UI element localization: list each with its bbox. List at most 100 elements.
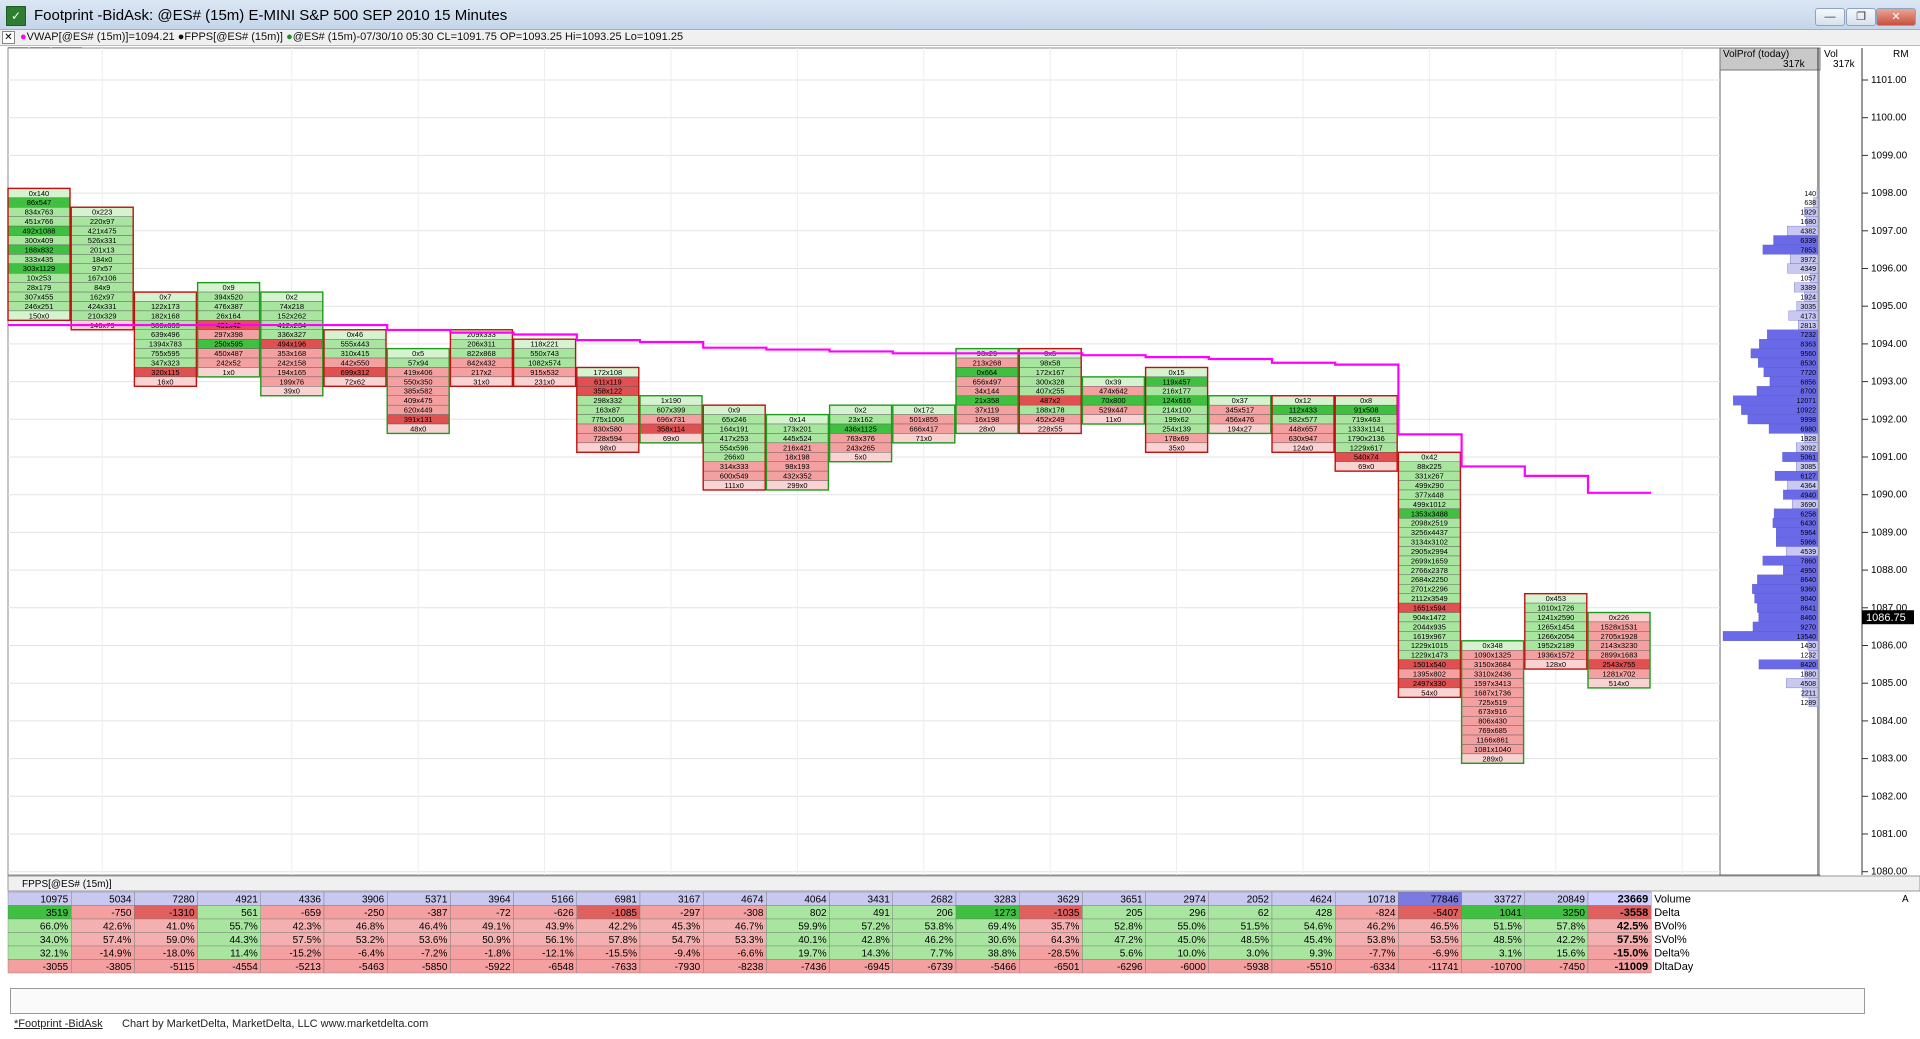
- footprint-chart[interactable]: 1101.00 1100.00 1099.00 1098.00 1097.00 1096.…: [0, 46, 1920, 1016]
- footprint-cell-text: 0x39: [1105, 377, 1121, 386]
- volume-profile-value: 3389: [1800, 285, 1816, 292]
- fpps-cell-text: -3805: [106, 962, 132, 973]
- fpps-cell-text: 46.8%: [356, 922, 384, 933]
- footprint-cell-text: 2899x1683: [1600, 651, 1637, 660]
- fpps-cell-text: 46.2%: [925, 935, 953, 946]
- footprint-cell-text: 769x685: [1478, 726, 1507, 735]
- footprint-cell-text: 555x443: [341, 340, 370, 349]
- footprint-cell-text: 128x0: [1546, 660, 1566, 669]
- footprint-cell-text: 673x916: [1478, 707, 1507, 716]
- fpps-row: 10975 5034 7280 4921 4336 3906 5371 3964 5166 698…: [7, 891, 1691, 906]
- fpps-cell-text: 3651: [1120, 895, 1143, 906]
- footprint-cell-text: 419x406: [404, 368, 433, 377]
- footprint-cell-text: 550x743: [530, 349, 559, 358]
- y-tick-label: 1082.00: [1871, 791, 1908, 802]
- fpps-cell-text: 3629: [1057, 895, 1080, 906]
- footprint-cell-text: 331x267: [1415, 472, 1444, 481]
- footprint-cell-text: 0x42: [1421, 453, 1437, 462]
- footprint-cell-text: 333x435: [25, 255, 54, 264]
- fpps-cell-text: -5466: [991, 962, 1017, 973]
- footprint-cell-text: 1651x594: [1413, 604, 1446, 613]
- footprint-cell-text: 424x331: [88, 302, 117, 311]
- footprint-cell-text: 2705x1928: [1600, 632, 1637, 641]
- volume-profile-value: 1924: [1800, 294, 1816, 301]
- footprint-cell-text: 0x8: [1360, 396, 1372, 405]
- footprint-cell-text: 775x1006: [591, 415, 624, 424]
- fpps-row-label: Delta%: [1654, 948, 1690, 960]
- fpps-cell-text: -11009: [1615, 961, 1649, 973]
- fpps-cell-text: 62: [1258, 908, 1270, 919]
- fpps-cell-text: -7436: [801, 962, 827, 973]
- footprint-cell-text: 842x432: [467, 358, 496, 367]
- footprint-cell-text: 445x524: [783, 434, 812, 443]
- fpps-cell-text: -387: [427, 908, 447, 919]
- volume-profile-value: 2211: [1801, 690, 1816, 697]
- fpps-cell-text: 32.1%: [40, 949, 68, 960]
- footprint-cell-text: 1081x1040: [1474, 745, 1511, 754]
- minimize-button[interactable]: —: [1815, 8, 1845, 26]
- footprint-cell-text: 1241x2590: [1537, 613, 1574, 622]
- footprint-cell-text: 213x268: [973, 358, 1002, 367]
- restore-button[interactable]: ❐: [1846, 8, 1876, 26]
- fpps-cell-text: -15.0%: [1613, 948, 1648, 960]
- footprint-cell-text: 1229x617: [1350, 443, 1383, 452]
- footprint-bar: 0x37345x517456x476194x27: [1208, 395, 1272, 435]
- footprint-bar: 0x223220x97421x475526x331201x13184x097x5…: [70, 206, 134, 331]
- footprint-cell-text: 719x463: [1352, 415, 1381, 424]
- fpps-row-label: Delta: [1654, 907, 1681, 919]
- footprint-cell-text: 119x457: [1162, 377, 1190, 386]
- volume-profile-value: 8700: [1800, 389, 1816, 396]
- volume-profile-value: 6980: [1800, 426, 1816, 433]
- footprint-cell-text: 34x144: [975, 387, 1000, 396]
- horizontal-scrollbar[interactable]: [10, 988, 1865, 1014]
- footprint-bar: 0x557x94419x406550x350385x582409x475620x…: [386, 347, 450, 435]
- fpps-cell-text: 53.5%: [1430, 935, 1458, 946]
- fpps-cell-text: 45.4%: [1304, 935, 1332, 946]
- fpps-header-label: FPPS[@ES# (15m)]: [22, 879, 112, 890]
- footprint-bar: 1x190607x399696x731358x11469x0: [639, 395, 703, 444]
- footprint-cell-text: 300x409: [25, 236, 54, 245]
- fpps-cell-text: -659: [301, 908, 321, 919]
- fpps-cell-text: 3250: [1563, 908, 1586, 919]
- fpps-cell-text: 205: [1126, 908, 1143, 919]
- y-tick-label: 1095.00: [1871, 301, 1908, 312]
- fpps-cell-text: 428: [1316, 908, 1333, 919]
- volume-profile-value: 6430: [1800, 521, 1816, 528]
- fpps-cell-text: 4624: [1310, 895, 1333, 906]
- study-info-bar: ✕ ●VWAP[@ES# (15m)]=1094.21 ●FPPS[@ES# (…: [0, 30, 1920, 46]
- fpps-cell-text: 44.3%: [229, 935, 257, 946]
- footprint-cell-text: 0x140: [29, 189, 49, 198]
- footprint-cell-text: 10x253: [27, 274, 52, 283]
- volume-profile-value: 3972: [1800, 257, 1816, 264]
- close-study-icon[interactable]: ✕: [2, 31, 15, 44]
- footprint-cell-text: 18x198: [785, 453, 810, 462]
- y-tick-label: 1081.00: [1871, 829, 1908, 840]
- volume-profile-value: 13540: [1797, 634, 1817, 641]
- footprint-cell-text: 98x0: [600, 443, 616, 452]
- footprint-cell-text: 0x37: [1232, 396, 1248, 405]
- fpps-cell-text: 45.0%: [1177, 935, 1205, 946]
- footprint-cell-text: 2699x1659: [1411, 556, 1448, 565]
- footprint-cell-text: 353x168: [277, 349, 306, 358]
- fpps-cell-text: -28.5%: [1048, 949, 1080, 960]
- fpps-cell-text: 46.7%: [735, 922, 763, 933]
- volume-profile-value: 3690: [1800, 502, 1816, 509]
- current-price-label: 1086.75: [1866, 612, 1906, 624]
- footprint-cell-text: 220x97: [90, 217, 115, 226]
- volume-profile-value: 3035: [1800, 304, 1816, 311]
- volume-profile-value: 7853: [1800, 247, 1816, 254]
- footprint-cell-text: 70x800: [1101, 396, 1126, 405]
- volume-profile-value: 2813: [1800, 323, 1816, 330]
- close-button[interactable]: ✕: [1876, 8, 1916, 26]
- fpps-cell-text: 48.5%: [1493, 935, 1521, 946]
- volume-profile-value: 9040: [1800, 596, 1816, 603]
- footprint-cell-text: 0x9: [223, 283, 235, 292]
- footer-tab[interactable]: *Footprint -BidAsk: [14, 1018, 103, 1030]
- fpps-side-marker: A: [1902, 894, 1909, 905]
- fpps-cell-text: -15.5%: [605, 949, 637, 960]
- footprint-cell-text: 201x13: [90, 245, 115, 254]
- fpps-cell-text: -6334: [1370, 962, 1396, 973]
- footprint-cell-text: 31x0: [473, 377, 489, 386]
- volume-profile-value: 6127: [1800, 474, 1816, 481]
- fpps-cell-text: 53.8%: [1367, 935, 1395, 946]
